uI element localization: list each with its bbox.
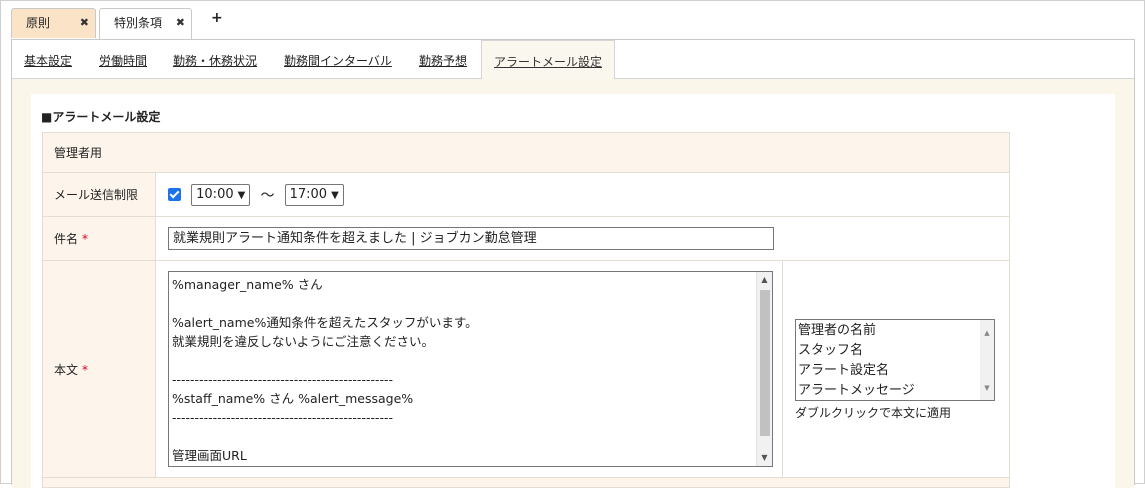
subject-value-cell: 就業規則アラート通知条件を超えました | ジョブカン勤怠管理 (154, 216, 1011, 261)
doc-tab-principle[interactable]: 原則 ✖ (11, 8, 96, 38)
tab-work-forecast[interactable]: 勤務予想 (419, 52, 467, 69)
add-tab-icon[interactable]: + (211, 10, 223, 26)
subject-label: 件名 (54, 232, 79, 246)
variable-option[interactable]: アラート設定名 (798, 361, 978, 381)
next-row-edge (41, 477, 1011, 488)
body-line (172, 351, 754, 370)
variable-hint: ダブルクリックで本文に適用 (795, 406, 952, 420)
body-line: 就業規則を違反しないようにご注意ください。 (172, 334, 435, 349)
body-line: ----------------------------------------… (172, 410, 394, 425)
scroll-down-icon[interactable]: ▼ (980, 378, 994, 398)
body-label-cell: 本文 * (42, 260, 156, 478)
body-line: %manager_name% さん (172, 277, 323, 292)
scroll-down-icon[interactable]: ▼ (757, 450, 772, 466)
close-icon[interactable]: ✖ (80, 9, 89, 37)
subject-input[interactable]: 就業規則アラート通知条件を超えました | ジョブカン勤怠管理 (168, 227, 774, 250)
body-textarea[interactable]: %manager_name% さん %alert_name%通知条件を超えたスタ… (168, 271, 773, 467)
settings-tabs: 基本設定 労働時間 勤務・休務状況 勤務間インターバル 勤務予想 アラートメール… (12, 40, 1134, 79)
doc-tab-label: 原則 (26, 16, 51, 30)
required-mark: * (82, 232, 89, 246)
close-icon[interactable]: ✖ (176, 9, 185, 37)
scroll-up-icon[interactable]: ▲ (980, 323, 994, 343)
variable-option[interactable]: アラートメッセージ (798, 381, 978, 400)
alert-mail-form: 管理者用 メール送信制限 10:00 ▼ 〜 17:00 ▼ 件名 * 就業規則… (41, 132, 1011, 488)
body-line: ----------------------------------------… (172, 372, 394, 387)
variable-listbox[interactable]: 管理者の名前 スタッフ名 アラート設定名 アラートメッセージ ▲ ▼ (795, 319, 995, 401)
scrollbar-thumb[interactable] (760, 290, 770, 436)
body-line: %staff_name% さん %alert_message% (172, 391, 414, 406)
body-label: 本文 (54, 362, 79, 377)
alert-mail-panel: ■アラートメール設定 管理者用 メール送信制限 10:00 ▼ 〜 17:00 … (31, 94, 1115, 494)
chevron-down-icon: ▼ (237, 189, 246, 201)
section-title: ■アラートメール設定 (41, 110, 161, 124)
variable-option[interactable]: 管理者の名前 (798, 321, 978, 341)
send-limit-checkbox[interactable] (168, 188, 181, 201)
end-time-select[interactable]: 17:00 ▼ (284, 183, 344, 206)
content-box: 基本設定 労働時間 勤務・休務状況 勤務間インターバル 勤務予想 アラートメール… (11, 39, 1135, 494)
body-value-cell: %manager_name% さん %alert_name%通知条件を超えたスタ… (155, 260, 783, 478)
scroll-up-icon[interactable]: ▲ (757, 272, 772, 288)
send-limit-value: 10:00 ▼ 〜 17:00 ▼ (154, 172, 1011, 217)
tab-working-hours[interactable]: 労働時間 (99, 52, 147, 69)
start-time-select[interactable]: 10:00 ▼ (191, 183, 251, 206)
variable-option[interactable]: スタッフ名 (798, 341, 978, 361)
tab-content-area: ■アラートメール設定 管理者用 メール送信制限 10:00 ▼ 〜 17:00 … (12, 78, 1134, 494)
range-separator: 〜 (260, 187, 275, 204)
group-header: 管理者用 (41, 132, 1011, 173)
doc-tab-label: 特別条項 (114, 16, 163, 30)
body-scrollbar[interactable]: ▲ ▼ (756, 272, 772, 466)
send-limit-label: メール送信制限 (42, 172, 156, 217)
listbox-scrollbar[interactable]: ▲ ▼ (980, 320, 994, 400)
tab-work-interval[interactable]: 勤務間インターバル (284, 52, 392, 69)
subject-label-cell: 件名 * (42, 216, 156, 261)
start-time-value: 10:00 (196, 186, 234, 202)
window-frame: 原則 ✖ 特別条項 ✖ + 基本設定 労働時間 勤務・休務状況 勤務間インターバ… (0, 0, 1145, 494)
tab-alert-mail-settings[interactable]: アラートメール設定 (481, 40, 616, 79)
required-mark: * (82, 362, 89, 377)
body-line (172, 294, 754, 313)
doc-tab-special-clause[interactable]: 特別条項 ✖ (99, 8, 192, 39)
end-time-value: 17:00 (289, 186, 328, 202)
body-line: %alert_name%通知条件を超えたスタッフがいます。 (172, 315, 478, 330)
body-line: 管理画面URL (172, 448, 247, 463)
tab-work-leave-status[interactable]: 勤務・休務状況 (173, 52, 257, 69)
body-line (172, 427, 754, 446)
variables-cell: 管理者の名前 スタッフ名 アラート設定名 アラートメッセージ ▲ ▼ ダブルクリ… (781, 260, 1011, 478)
chevron-down-icon: ▼ (331, 189, 339, 201)
tab-basic-settings[interactable]: 基本設定 (24, 52, 72, 69)
